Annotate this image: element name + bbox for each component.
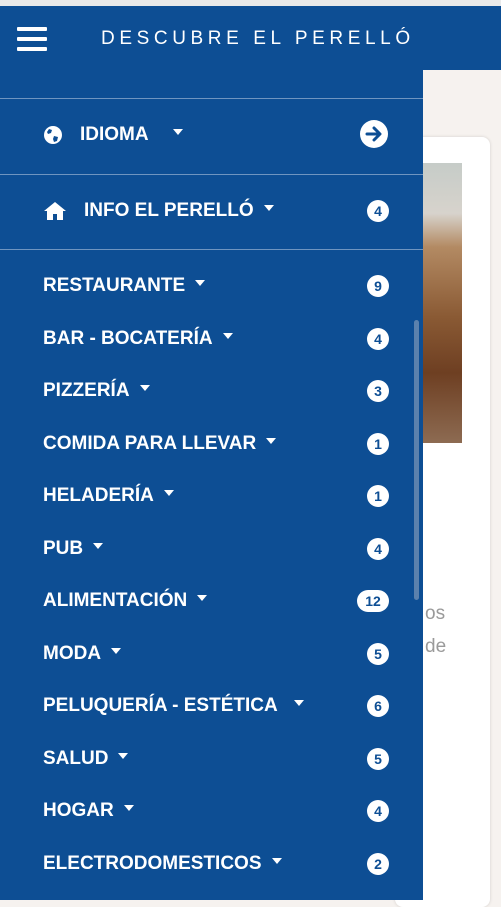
category-label: PIZZERÍA bbox=[43, 369, 150, 413]
category-item-moda[interactable]: MODA 5 bbox=[0, 632, 423, 676]
caret-down-icon bbox=[195, 279, 206, 286]
category-label: HELADERÍA bbox=[43, 474, 174, 518]
divider bbox=[0, 98, 423, 99]
info-label: INFO EL PERELLÓ bbox=[84, 189, 274, 233]
caret-down-icon bbox=[263, 204, 274, 211]
category-item-peluqueria-estetica[interactable]: PELUQUERÍA - ESTÉTICA 6 bbox=[0, 684, 423, 728]
count-badge: 9 bbox=[367, 275, 389, 297]
drawer-scrollbar[interactable] bbox=[414, 320, 419, 600]
caret-down-icon bbox=[271, 857, 282, 864]
caret-down-icon bbox=[118, 752, 129, 759]
divider bbox=[0, 249, 423, 250]
count-badge: 2 bbox=[367, 853, 389, 875]
count-badge: 4 bbox=[367, 200, 389, 222]
category-item-hogar[interactable]: HOGAR 4 bbox=[0, 789, 423, 833]
card-text-fragment: de bbox=[425, 636, 447, 657]
home-icon bbox=[44, 202, 66, 220]
category-item-pizzeria[interactable]: PIZZERÍA 3 bbox=[0, 369, 423, 413]
caret-down-icon bbox=[222, 332, 233, 339]
category-item-electrodomesticos[interactable]: ELECTRODOMESTICOS 2 bbox=[0, 842, 423, 886]
category-item-heladeria[interactable]: HELADERÍA 1 bbox=[0, 474, 423, 518]
count-badge: 4 bbox=[367, 538, 389, 560]
count-badge: 5 bbox=[367, 748, 389, 770]
category-item-alimentacion[interactable]: ALIMENTACIÓN 12 bbox=[0, 579, 423, 623]
card-text-fragment: os bbox=[425, 603, 446, 624]
info-menu[interactable]: INFO EL PERELLÓ 4 bbox=[0, 189, 423, 233]
caret-down-icon bbox=[139, 384, 150, 391]
category-item-salud[interactable]: SALUD 5 bbox=[0, 737, 423, 781]
menu-icon[interactable] bbox=[17, 27, 47, 53]
count-badge: 1 bbox=[367, 433, 389, 455]
caret-down-icon bbox=[163, 489, 174, 496]
category-label: BAR - BOCATERÍA bbox=[43, 317, 233, 361]
category-label: PELUQUERÍA - ESTÉTICA bbox=[43, 684, 304, 728]
category-item-bar-bocateria[interactable]: BAR - BOCATERÍA 4 bbox=[0, 317, 423, 361]
count-badge: 3 bbox=[367, 380, 389, 402]
arrow-right-circle-icon[interactable] bbox=[359, 119, 389, 149]
count-badge: 1 bbox=[367, 485, 389, 507]
count-badge: 6 bbox=[367, 695, 389, 717]
caret-down-icon bbox=[172, 128, 183, 135]
category-label: ELECTRODOMESTICOS bbox=[43, 842, 282, 886]
category-label: MODA bbox=[43, 632, 122, 676]
caret-down-icon bbox=[111, 647, 122, 654]
language-menu[interactable]: IDIOMA bbox=[0, 113, 423, 157]
category-label: COMIDA PARA LLEVAR bbox=[43, 422, 277, 466]
category-label: HOGAR bbox=[43, 789, 134, 833]
category-label: ALIMENTACIÓN bbox=[43, 579, 208, 623]
divider bbox=[0, 174, 423, 175]
caret-down-icon bbox=[93, 542, 104, 549]
category-label: SALUD bbox=[43, 737, 129, 781]
count-badge: 4 bbox=[367, 328, 389, 350]
app-title: DESCUBRE EL PERELLÓ bbox=[101, 28, 415, 49]
caret-down-icon bbox=[197, 594, 208, 601]
app-bar: DESCUBRE EL PERELLÓ bbox=[0, 0, 501, 70]
caret-down-icon bbox=[293, 699, 304, 706]
globe-icon bbox=[44, 126, 62, 144]
caret-down-icon bbox=[266, 437, 277, 444]
category-label: PUB bbox=[43, 527, 104, 571]
count-badge: 12 bbox=[357, 590, 389, 612]
count-badge: 5 bbox=[367, 643, 389, 665]
category-item-restaurante[interactable]: RESTAURANTE 9 bbox=[0, 264, 423, 308]
count-badge: 4 bbox=[367, 800, 389, 822]
category-item-comida-para-llevar[interactable]: COMIDA PARA LLEVAR 1 bbox=[0, 422, 423, 466]
category-label: RESTAURANTE bbox=[43, 264, 206, 308]
language-label: IDIOMA bbox=[80, 113, 183, 157]
navigation-drawer: IDIOMA INFO EL PERELLÓ 4 RESTAURANTE 9 B… bbox=[0, 70, 423, 900]
caret-down-icon bbox=[123, 804, 134, 811]
category-item-pub[interactable]: PUB 4 bbox=[0, 527, 423, 571]
